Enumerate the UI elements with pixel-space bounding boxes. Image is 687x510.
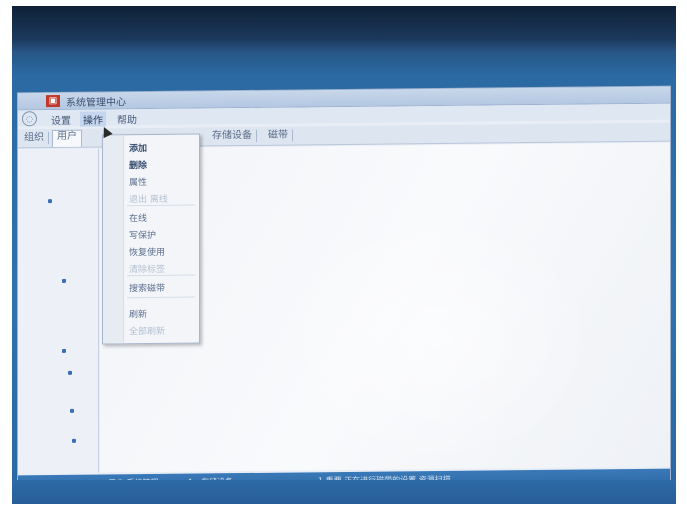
app-window: ▣ 系统管理中心 ◌ 设置 操作 帮助 组织 用户 存储设备 磁带 用户 系统管… [18, 86, 670, 494]
tree-node-icon [68, 370, 72, 375]
tab-users[interactable]: 用户 [52, 129, 82, 148]
menu-separator [127, 274, 195, 277]
tab-storage-devices[interactable]: 存储设备 [208, 129, 257, 143]
tree-node-icon [62, 278, 66, 283]
menu-icon-gutter [103, 135, 124, 344]
operations-dropdown-menu: 添加 删除 属性 退出 离线 在线 写保护 恢复使用 清除标签 搜索磁带 刷新 … [102, 133, 200, 345]
menu-help[interactable]: 帮助 [114, 111, 140, 126]
menu-item-refresh-all[interactable]: 全部刷新 [129, 324, 165, 337]
menu-item-properties[interactable]: 属性 [129, 175, 147, 188]
menu-separator [127, 296, 195, 299]
menu-item-offline[interactable]: 退出 离线 [129, 192, 168, 205]
menu-item-refresh[interactable]: 刷新 [129, 307, 147, 320]
app-icon: ▣ [46, 94, 60, 108]
tree-node-icon [72, 438, 76, 443]
tree-panel[interactable] [18, 148, 99, 474]
menu-item-online[interactable]: 在线 [129, 211, 147, 224]
tree-node-icon [62, 348, 66, 353]
menu-item-restore[interactable]: 恢复使用 [129, 245, 165, 258]
menu-settings[interactable]: 设置 [48, 112, 74, 127]
app-menu-icon[interactable]: ◌ [22, 111, 37, 127]
menu-item-clear-label[interactable]: 清除标签 [129, 262, 165, 275]
menu-item-delete[interactable]: 删除 [129, 158, 147, 171]
monitor-bezel [12, 6, 676, 54]
window-title: 系统管理中心 [66, 97, 126, 109]
menu-separator [127, 204, 195, 207]
tab-tapes[interactable]: 磁带 [264, 129, 293, 142]
monitor-bottom [12, 480, 676, 504]
menu-item-write-protect[interactable]: 写保护 [129, 228, 156, 241]
tree-node-icon [48, 199, 52, 204]
menu-item-add[interactable]: 添加 [129, 141, 147, 154]
tab-organization[interactable]: 组织 [20, 132, 49, 145]
tree-node-icon [70, 408, 74, 413]
monitor-photo: ▣ 系统管理中心 ◌ 设置 操作 帮助 组织 用户 存储设备 磁带 用户 系统管… [12, 6, 676, 504]
menu-operations[interactable]: 操作 [80, 111, 106, 127]
menu-item-search-tape[interactable]: 搜索磁带 [129, 281, 165, 294]
